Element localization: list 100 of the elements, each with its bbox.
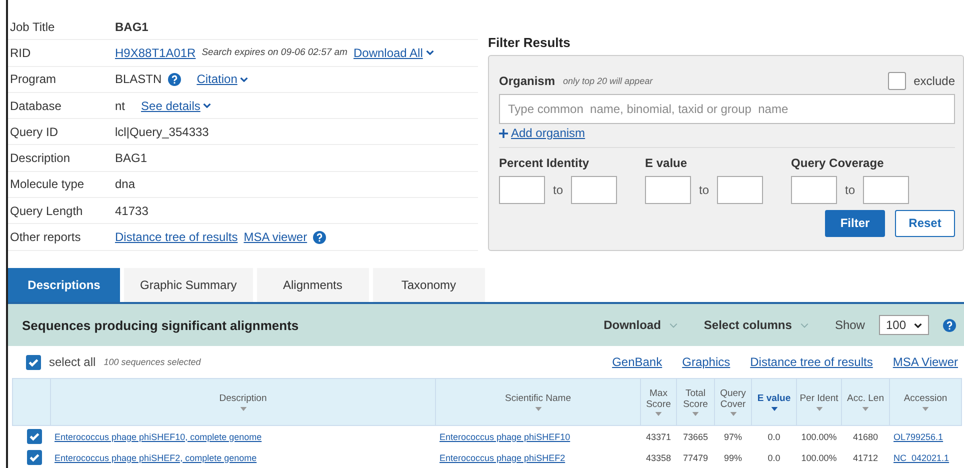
plus-icon bbox=[499, 128, 508, 138]
range-to-input[interactable] bbox=[863, 176, 910, 204]
organism-hint: only top 20 will appear bbox=[563, 76, 653, 86]
table-link[interactable]: Enterococcus phage phiSHEF10 bbox=[440, 432, 570, 442]
caret-icon bbox=[426, 50, 434, 56]
tab[interactable]: Alignments bbox=[256, 268, 369, 302]
table-link[interactable]: NC_042021.1 bbox=[894, 452, 950, 462]
results-link[interactable]: GenBank bbox=[612, 355, 662, 369]
tab[interactable]: Taxonomy bbox=[372, 268, 485, 302]
report-link[interactable]: MSA viewer bbox=[244, 230, 308, 244]
column-header[interactable]: Max Score bbox=[640, 378, 676, 426]
help-icon[interactable] bbox=[313, 230, 326, 244]
show-label: Show bbox=[834, 318, 865, 332]
sort-icon bbox=[816, 406, 822, 411]
rid-link[interactable]: H9X88T1A01R bbox=[115, 46, 196, 60]
field-label: Job Title bbox=[9, 20, 56, 34]
field-label: Program bbox=[9, 72, 58, 86]
field-label: Molecule type bbox=[9, 177, 86, 192]
table-cell: 41680 bbox=[852, 432, 878, 442]
range-to-input[interactable] bbox=[571, 176, 618, 204]
field-value: BLASTN bbox=[115, 72, 162, 86]
field-label: Database bbox=[9, 98, 62, 113]
table-cell: 100.00% bbox=[801, 432, 837, 442]
field-label: Description bbox=[9, 151, 72, 166]
show-count-select[interactable]: 100 bbox=[878, 315, 929, 335]
results-link[interactable]: Distance tree of results bbox=[750, 355, 873, 369]
select-all-checkbox[interactable] bbox=[26, 354, 41, 370]
field-value: dna bbox=[115, 177, 136, 192]
range-from-input[interactable] bbox=[645, 176, 692, 204]
results-link[interactable]: MSA Viewer bbox=[892, 355, 958, 369]
organism-input[interactable]: Type common name, binomial, taxid or group name bbox=[499, 94, 955, 124]
sort-icon bbox=[655, 412, 662, 416]
sort-icon bbox=[730, 412, 736, 416]
see-details-menu[interactable]: See details bbox=[141, 98, 212, 113]
table-cell: 77479 bbox=[682, 452, 708, 462]
exclude-label: exclude bbox=[914, 74, 955, 88]
help-icon[interactable] bbox=[168, 72, 181, 86]
field-value: 41733 bbox=[115, 204, 148, 218]
expiry-note: Search expires on 09-06 02:57 am bbox=[202, 47, 348, 58]
range-from-input[interactable] bbox=[791, 176, 838, 204]
sort-icon bbox=[770, 406, 778, 411]
table-cell: 43371 bbox=[646, 432, 672, 442]
table-cell: 41712 bbox=[852, 452, 878, 462]
table-link[interactable]: Enterococcus phage phiSHEF2, complete genome bbox=[54, 452, 257, 462]
organism-label: Organism bbox=[499, 74, 556, 88]
citation-menu[interactable]: Citation bbox=[196, 72, 248, 86]
field-label: Other reports bbox=[9, 230, 82, 244]
reset-button[interactable]: Reset bbox=[895, 210, 955, 236]
sort-icon bbox=[534, 406, 542, 411]
range-label: Query Coverage bbox=[791, 156, 885, 170]
caret-icon bbox=[668, 322, 678, 328]
row-checkbox[interactable] bbox=[26, 450, 42, 464]
caret-icon bbox=[914, 322, 922, 328]
download-all-menu[interactable]: Download All bbox=[353, 46, 434, 60]
column-header[interactable]: Description bbox=[50, 378, 436, 426]
column-header[interactable]: Query Cover bbox=[714, 378, 752, 426]
field-label: Query Length bbox=[9, 204, 84, 218]
download-menu[interactable]: Download bbox=[604, 318, 678, 332]
field-value: lcl|Query_354333 bbox=[115, 124, 209, 139]
to-label: to bbox=[845, 182, 856, 196]
help-icon[interactable] bbox=[943, 318, 956, 332]
column-header[interactable]: Accession bbox=[890, 378, 962, 426]
table-cell: 97% bbox=[724, 432, 742, 442]
results-link[interactable]: Graphics bbox=[682, 355, 730, 369]
field-value: BAG1 bbox=[115, 20, 148, 34]
to-label: to bbox=[553, 182, 564, 196]
table-cell: 73665 bbox=[682, 432, 708, 442]
sort-icon bbox=[692, 412, 699, 416]
range-from-input[interactable] bbox=[499, 176, 545, 204]
column-header[interactable]: E value bbox=[752, 378, 796, 426]
table-cell: 0.0 bbox=[768, 452, 780, 462]
field-value: BAG1 bbox=[115, 151, 148, 166]
select-all-label: select all bbox=[49, 355, 96, 369]
table-link[interactable]: Enterococcus phage phiSHEF2 bbox=[440, 452, 566, 462]
table-cell: 0.0 bbox=[768, 432, 780, 442]
sort-icon bbox=[862, 406, 869, 411]
sort-icon bbox=[240, 406, 246, 411]
exclude-checkbox[interactable] bbox=[888, 72, 906, 90]
column-header[interactable]: Per Ident bbox=[796, 378, 842, 426]
table-link[interactable]: OL799256.1 bbox=[894, 432, 944, 442]
field-label: Query ID bbox=[9, 124, 60, 139]
column-header[interactable]: Total Score bbox=[676, 378, 714, 426]
row-checkbox[interactable] bbox=[26, 428, 42, 444]
select-columns-menu[interactable]: Select columns bbox=[704, 318, 809, 332]
table-cell: 43358 bbox=[646, 452, 672, 462]
selected-count: 100 sequences selected bbox=[104, 357, 201, 367]
tab[interactable]: Descriptions bbox=[8, 268, 120, 302]
range-to-input[interactable] bbox=[717, 176, 764, 204]
tab[interactable]: Graphic Summary bbox=[124, 268, 253, 302]
field-value: nt bbox=[115, 98, 126, 113]
filter-results-heading: Filter Results bbox=[488, 35, 572, 50]
sort-icon bbox=[922, 406, 929, 411]
filter-button[interactable]: Filter bbox=[825, 210, 885, 236]
caret-icon bbox=[800, 322, 809, 328]
add-organism-link[interactable]: Add organism bbox=[499, 126, 586, 140]
table-link[interactable]: Enterococcus phage phiSHEF10, complete genome bbox=[54, 432, 262, 442]
column-header[interactable]: Scientific Name bbox=[436, 378, 640, 426]
range-label: Percent Identity bbox=[499, 156, 590, 170]
report-link[interactable]: Distance tree of results bbox=[115, 230, 238, 244]
column-header[interactable]: Acc. Len bbox=[842, 378, 890, 426]
